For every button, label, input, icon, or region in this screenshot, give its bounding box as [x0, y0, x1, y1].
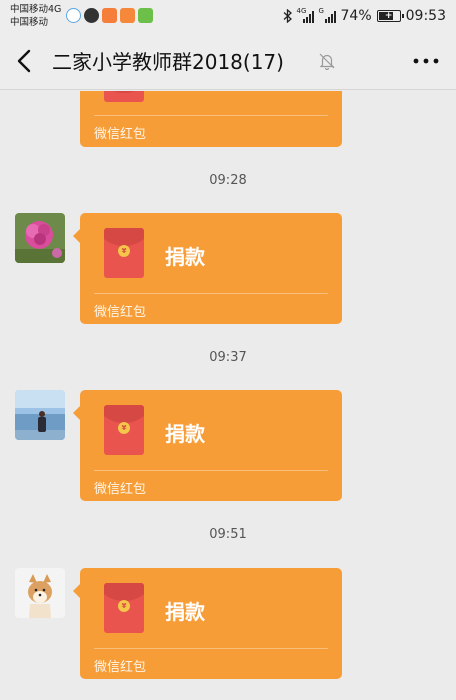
status-bar: 中国移动4G 中国移动 4G G 74% + 09:53: [0, 0, 456, 32]
chat-bubble-icon: [84, 8, 99, 23]
message-timestamp: 09:28: [209, 173, 247, 188]
red-packet-message[interactable]: 微信红包: [80, 91, 342, 147]
red-packet-label: 捐款: [165, 245, 205, 269]
back-arrow-icon[interactable]: [10, 46, 40, 76]
bluetooth-icon: [283, 9, 292, 23]
red-packet-footer: 微信红包: [94, 660, 147, 675]
clock: 09:53: [405, 8, 446, 24]
message-timestamp: 09:37: [209, 350, 247, 365]
red-packet-message[interactable]: ¥ 捐款 微信红包: [73, 568, 342, 679]
chat-header: 二家小学教师群2018(17): [0, 32, 456, 90]
red-envelope-icon: ¥: [104, 405, 144, 455]
red-packet-message[interactable]: ¥ 捐款 微信红包: [73, 213, 342, 324]
mute-bell-icon: [319, 53, 335, 70]
carrier-2: 中国移动: [10, 17, 49, 28]
red-envelope-icon: ¥: [104, 583, 144, 633]
signal-1-type: 4G: [296, 6, 307, 15]
message-list: 微信红包 09:28 ¥ 捐款 微信红包 09:37 ¥ 捐款 微信红包 09:…: [0, 91, 456, 700]
chat-title: 二家小学教师群2018(17): [52, 50, 284, 74]
signal-2-icon: G: [318, 6, 336, 23]
red-packet-footer: 微信红包: [94, 305, 147, 320]
avatar-person-lake[interactable]: [15, 390, 65, 440]
battery-icon: +: [376, 10, 404, 22]
app-notification-icon-1: [66, 8, 81, 23]
red-envelope-icon: [104, 91, 144, 102]
red-packet-label: 捐款: [165, 422, 205, 446]
red-packet-footer: 微信红包: [94, 482, 147, 497]
notification-icons: [66, 8, 153, 23]
avatar-flower[interactable]: [15, 213, 65, 263]
app-notification-icon-4: [138, 8, 153, 23]
avatar-shiba-dog[interactable]: [15, 568, 65, 618]
status-right: 4G G 74% + 09:53: [283, 0, 446, 32]
signal-2-type: G: [318, 6, 324, 15]
more-options-icon[interactable]: [410, 48, 442, 74]
app-notification-icon-2: [102, 8, 117, 23]
app-notification-icon-3: [120, 8, 135, 23]
carrier-1: 中国移动4G: [10, 4, 62, 15]
red-packet-message[interactable]: ¥ 捐款 微信红包: [73, 390, 342, 501]
carrier-info: 中国移动4G 中国移动: [10, 3, 61, 29]
message-timestamp: 09:51: [209, 527, 247, 542]
red-packet-label: 捐款: [165, 600, 205, 624]
battery-percent: 74%: [340, 8, 372, 24]
signal-1-icon: 4G: [296, 6, 314, 23]
red-packet-footer: 微信红包: [94, 127, 147, 142]
red-envelope-icon: ¥: [104, 228, 144, 278]
